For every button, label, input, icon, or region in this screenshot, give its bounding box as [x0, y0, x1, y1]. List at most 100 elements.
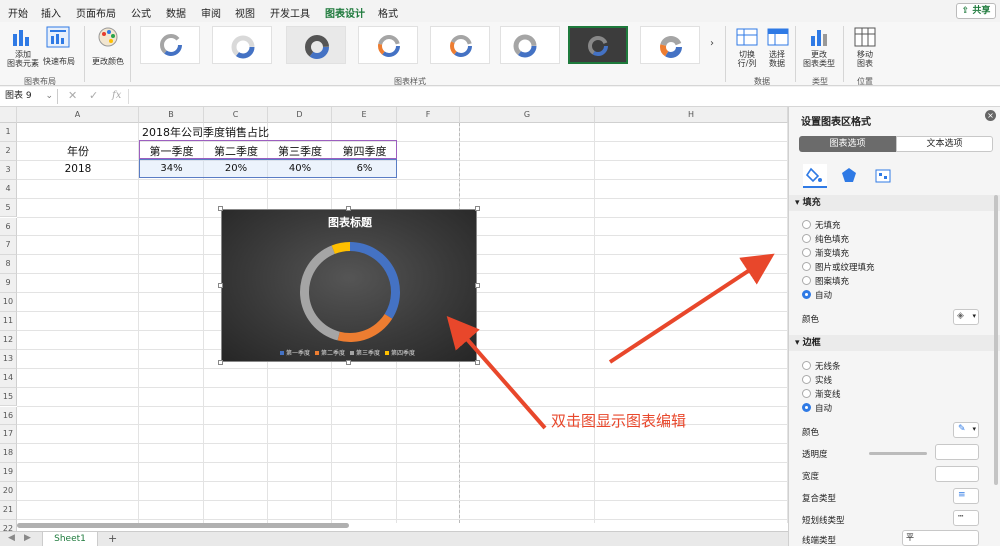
q3-value-cell[interactable]: 40%: [268, 163, 332, 174]
fill-option-pattern[interactable]: 图案填充: [802, 275, 849, 287]
year-value-cell[interactable]: 2018: [17, 163, 139, 175]
fill-section-header[interactable]: ▾ 填充: [789, 195, 1000, 211]
q1-header-cell[interactable]: 第一季度: [139, 143, 204, 159]
fill-option-solid[interactable]: 纯色填充: [802, 233, 849, 245]
q4-header-cell[interactable]: 第四季度: [332, 143, 397, 159]
donut-slice-3[interactable]: [300, 245, 340, 341]
row-header-13[interactable]: 13: [0, 349, 17, 369]
row-header-5[interactable]: 5: [0, 198, 17, 218]
pane-scrollbar[interactable]: [994, 195, 998, 485]
cancel-icon[interactable]: ✕: [68, 89, 77, 102]
row-header-19[interactable]: 19: [0, 463, 17, 483]
row-header-22[interactable]: 22: [0, 519, 17, 531]
switch-row-column-button[interactable]: 切换 行/列: [732, 26, 762, 72]
menu-tab-chart-design[interactable]: 图表设计: [325, 5, 365, 24]
row-header-16[interactable]: 16: [0, 406, 17, 426]
row-header-11[interactable]: 11: [0, 312, 17, 331]
chart-resize-handle[interactable]: [475, 206, 480, 211]
row-header-6[interactable]: 6: [0, 217, 17, 237]
transparency-input[interactable]: [935, 444, 979, 460]
row-header-3[interactable]: 3: [0, 160, 17, 180]
border-option-solid[interactable]: 实线: [802, 374, 832, 386]
confirm-icon[interactable]: ✓: [89, 89, 98, 102]
column-header-a[interactable]: A: [17, 107, 139, 123]
column-header-b[interactable]: B: [139, 107, 204, 123]
row-header-2[interactable]: 2: [0, 141, 17, 161]
chart-resize-handle[interactable]: [346, 206, 351, 211]
border-option-automatic[interactable]: 自动: [802, 402, 832, 414]
fill-option-picture[interactable]: 图片或纹理填充: [802, 261, 875, 273]
chart-style-1[interactable]: [140, 26, 200, 64]
donut-chart[interactable]: 图表标题 第一季度 第二季度 第三季度 第四季度: [221, 209, 477, 362]
donut-slice-4[interactable]: [331, 242, 350, 254]
move-chart-button[interactable]: 移动 图表: [850, 26, 880, 72]
row-header-18[interactable]: 18: [0, 444, 17, 464]
donut-slice-2[interactable]: [337, 313, 393, 342]
row-header-7[interactable]: 7: [0, 236, 17, 256]
q2-value-cell[interactable]: 20%: [204, 163, 268, 174]
width-input[interactable]: [935, 466, 979, 482]
chart-style-6[interactable]: [500, 26, 560, 64]
legend-item[interactable]: 第一季度: [279, 350, 310, 357]
year-header-cell[interactable]: 年份: [17, 143, 139, 159]
chart-resize-handle[interactable]: [346, 360, 351, 365]
row-header-8[interactable]: 8: [0, 255, 17, 275]
menu-tab-page-layout[interactable]: 页面布局: [76, 5, 116, 20]
border-option-gradient[interactable]: 渐变线: [802, 388, 841, 400]
select-data-button[interactable]: 选择 数据: [763, 26, 791, 72]
close-icon[interactable]: ×: [985, 110, 996, 121]
transparency-slider[interactable]: [869, 452, 927, 455]
menu-tab-insert[interactable]: 插入: [41, 5, 61, 20]
donut-slice-1[interactable]: [350, 242, 400, 319]
fill-option-gradient[interactable]: 渐变填充: [802, 247, 849, 259]
cap-type-dropdown[interactable]: 平: [902, 530, 979, 546]
effects-tab[interactable]: [837, 164, 861, 188]
next-sheet-icon[interactable]: ▶: [24, 533, 31, 543]
chart-style-2[interactable]: [212, 26, 272, 64]
add-chart-element-button[interactable]: 添加 图表元素: [6, 26, 40, 72]
quick-layout-button[interactable]: 快速布局: [42, 26, 76, 72]
chart-style-3[interactable]: [286, 26, 346, 64]
horizontal-scrollbar[interactable]: [17, 523, 349, 528]
chart-legend[interactable]: 第一季度 第二季度 第三季度 第四季度: [222, 348, 478, 357]
row-header-4[interactable]: 4: [0, 179, 17, 199]
legend-item[interactable]: 第二季度: [314, 350, 345, 357]
chart-style-5[interactable]: [430, 26, 490, 64]
function-icon[interactable]: fx: [112, 90, 121, 101]
legend-item[interactable]: 第四季度: [385, 350, 415, 357]
row-header-20[interactable]: 20: [0, 482, 17, 501]
menu-tab-developer[interactable]: 开发工具: [270, 5, 310, 20]
donut-plot[interactable]: [222, 210, 478, 363]
change-chart-type-button[interactable]: 更改 图表类型: [800, 26, 838, 72]
q4-value-cell[interactable]: 6%: [332, 163, 397, 174]
chart-resize-handle[interactable]: [475, 360, 480, 365]
sheet-tab-sheet1[interactable]: Sheet1: [42, 532, 98, 546]
chart-style-4[interactable]: [358, 26, 418, 64]
menu-tab-data[interactable]: 数据: [166, 5, 186, 20]
border-section-header[interactable]: ▾ 边框: [789, 335, 1000, 351]
name-box[interactable]: 图表 9 ⌄: [2, 89, 58, 104]
column-header-h[interactable]: H: [595, 107, 788, 123]
row-header-15[interactable]: 15: [0, 387, 17, 407]
border-option-none[interactable]: 无线条: [802, 360, 841, 372]
fill-color-picker[interactable]: ◈ ▾: [953, 309, 979, 325]
compound-type-dropdown[interactable]: ≡: [953, 488, 979, 504]
dash-type-dropdown[interactable]: ┅: [953, 510, 979, 526]
select-all-corner[interactable]: [0, 107, 17, 123]
legend-item[interactable]: 第三季度: [350, 350, 380, 357]
row-header-12[interactable]: 12: [0, 330, 17, 350]
pane-tab-text-options[interactable]: 文本选项: [896, 136, 993, 152]
menu-tab-home[interactable]: 开始: [8, 5, 28, 20]
chart-style-8[interactable]: [640, 26, 700, 64]
q3-header-cell[interactable]: 第三季度: [268, 143, 332, 159]
share-button[interactable]: ⇪ 共享: [956, 3, 996, 19]
row-header-1[interactable]: 1: [0, 123, 17, 142]
column-header-e[interactable]: E: [332, 107, 397, 123]
chart-style-7-selected[interactable]: [568, 26, 628, 64]
row-header-9[interactable]: 9: [0, 274, 17, 294]
prev-sheet-icon[interactable]: ◀: [8, 533, 15, 543]
pane-tab-chart-options[interactable]: 图表选项: [799, 136, 896, 152]
column-header-d[interactable]: D: [268, 107, 332, 123]
fill-option-automatic[interactable]: 自动: [802, 289, 832, 301]
menu-tab-review[interactable]: 审阅: [201, 5, 221, 20]
